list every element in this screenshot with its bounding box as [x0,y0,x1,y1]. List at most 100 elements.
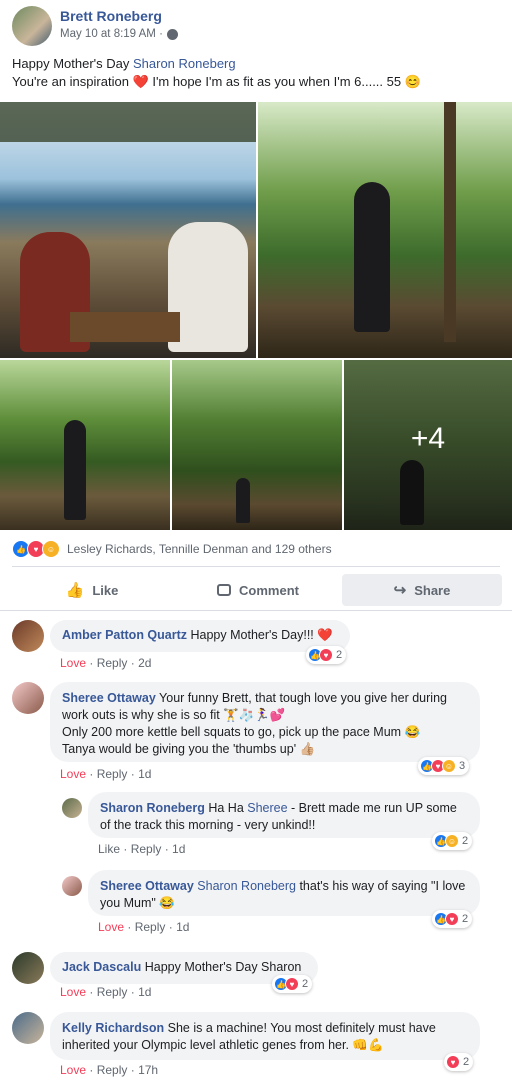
comment-bubble: Sheree Ottaway Your funny Brett, that to… [50,682,480,762]
comment-actions: Love · Reply · 1d [98,920,190,934]
reaction-count: 2 [462,913,469,925]
photo-4-trail[interactable] [172,360,342,530]
comment-author[interactable]: Kelly Richardson [62,1021,164,1035]
table-shape [70,312,180,342]
post-text-line2: You're an inspiration ❤️ I'm hope I'm as… [12,74,421,89]
reply-prefix: Ha Ha [208,801,248,815]
comment-actions: Love · Reply · 1d [60,767,152,781]
reaction-names: Lesley Richards, Tennille Denman and 129… [67,542,332,556]
post-author[interactable]: Brett Roneberg [60,8,162,24]
reaction-count: 3 [459,760,466,772]
comment-reactions[interactable]: ♥ 2 [444,1053,474,1071]
person-right-shape [168,222,248,352]
commenter-avatar[interactable] [12,682,44,714]
more-photos-count: +4 [410,422,446,455]
comment-reactions[interactable]: 👍 ♥ 2 [432,910,473,928]
commenter-avatar[interactable] [12,952,44,984]
love-link[interactable]: Love [60,656,86,670]
thumbs-up-icon: 👍 [65,582,85,599]
reply-bubble: Sharon Roneberg Ha Ha Sheree - Brett mad… [88,792,480,838]
love-reaction-icon: ♥ [446,1055,460,1069]
reaction-count: 2 [302,978,309,990]
comment-author[interactable]: Jack Dascalu [62,960,141,974]
comment-time[interactable]: 2d [138,656,151,670]
reaction-count: 2 [336,649,343,661]
like-link[interactable]: Like [98,842,120,856]
mention-sharon[interactable]: Sharon Roneberg [133,56,236,71]
comment-time[interactable]: 17h [138,1063,158,1077]
comment-text-line2: Only 200 more kettle bell squats to go, … [62,725,421,739]
comment-author[interactable]: Sheree Ottaway [62,691,156,705]
photo-5-more[interactable]: +4 [344,360,512,530]
mention-sharon[interactable]: Sharon Roneberg [197,879,296,893]
reply-link[interactable]: Reply [97,1063,128,1077]
comment-text: Happy Mother's Day!!! ❤️ [190,628,333,642]
photo-3-trail[interactable] [0,360,170,530]
reply-link[interactable]: Reply [97,767,128,781]
commenter-avatar[interactable] [62,798,82,818]
share-icon: ↪ [393,582,407,599]
comment-actions: Like · Reply · 1d [98,842,186,856]
comment-time[interactable]: 1d [138,767,151,781]
comment-actions: Love · Reply · 2d [60,656,152,670]
reaction-count: 2 [463,1056,470,1068]
photo-1-beach-table[interactable] [0,102,256,358]
comment-author[interactable]: Amber Patton Quartz [62,628,187,642]
comment-actions: Love · Reply · 1d [60,985,152,999]
divider [0,610,512,611]
palm-frond-shape [0,102,256,142]
runner-shape [236,478,250,523]
reply-link[interactable]: Reply [97,656,128,670]
comment-text: Happy Mother's Day Sharon [144,960,302,974]
share-label: Share [414,582,451,598]
photo-2-forest-pose[interactable] [258,102,512,358]
comment-time[interactable]: 1d [138,985,151,999]
love-link[interactable]: Love [60,985,86,999]
comment-bubble: Kelly Richardson She is a machine! You m… [50,1012,480,1060]
love-link[interactable]: Love [60,1063,86,1077]
reply-link[interactable]: Reply [135,920,166,934]
commenter-avatar[interactable] [12,620,44,652]
timestamp-text: May 10 at 8:19 AM · [60,28,163,40]
comment-time[interactable]: 1d [176,920,189,934]
comment-author[interactable]: Sharon Roneberg [100,801,205,815]
author-avatar[interactable] [12,6,52,46]
reaction-summary[interactable]: 👍 ♥ ☺ Lesley Richards, Tennille Denman a… [12,540,332,558]
love-link[interactable]: Love [60,767,86,781]
like-button[interactable]: 👍 Like [12,574,172,606]
comment-reactions[interactable]: 👍 ♥ ☺ 3 [418,757,470,775]
haha-reaction-icon: ☺ [442,759,456,773]
comment-time[interactable]: 1d [172,842,185,856]
care-reaction-icon: ☺ [42,540,60,558]
love-reaction-icon: ♥ [445,912,459,926]
runner-shape [354,182,390,332]
divider [12,566,500,567]
comment-label: Comment [239,582,299,598]
runner-shape [400,460,424,525]
like-label: Like [92,582,119,598]
reply-link[interactable]: Reply [97,985,128,999]
reply-link[interactable]: Reply [131,842,162,856]
reaction-count: 2 [462,835,469,847]
comment-author[interactable]: Sheree Ottaway [100,879,194,893]
comment-icon [217,584,232,596]
post-text-line1: Happy Mother's Day Sharon Roneberg [12,56,236,71]
comment-button[interactable]: Comment [178,574,338,606]
comment-text-line3: Tanya would be giving you the 'thumbs up… [62,742,316,756]
globe-icon [166,28,178,40]
comment-reactions[interactable]: 👍 ☺ 2 [432,832,473,850]
share-button[interactable]: ↪ Share [342,574,502,606]
comment-reactions[interactable]: 👍 ♥ 2 [306,646,347,664]
commenter-avatar[interactable] [12,1012,44,1044]
post-text-prefix: Happy Mother's Day [12,56,133,71]
tree-trunk-shape [444,102,456,342]
comment-reactions[interactable]: 👍 ♥ 2 [272,975,313,993]
commenter-avatar[interactable] [62,876,82,896]
love-reaction-icon: ♥ [285,977,299,991]
runner-shape [64,420,86,520]
love-link[interactable]: Love [98,920,124,934]
mention-sheree[interactable]: Sheree [247,801,287,815]
post-timestamp[interactable]: May 10 at 8:19 AM · [60,28,178,40]
comment-actions: Love · Reply · 17h [60,1063,159,1077]
comment-bubble: Amber Patton Quartz Happy Mother's Day!!… [50,620,350,652]
